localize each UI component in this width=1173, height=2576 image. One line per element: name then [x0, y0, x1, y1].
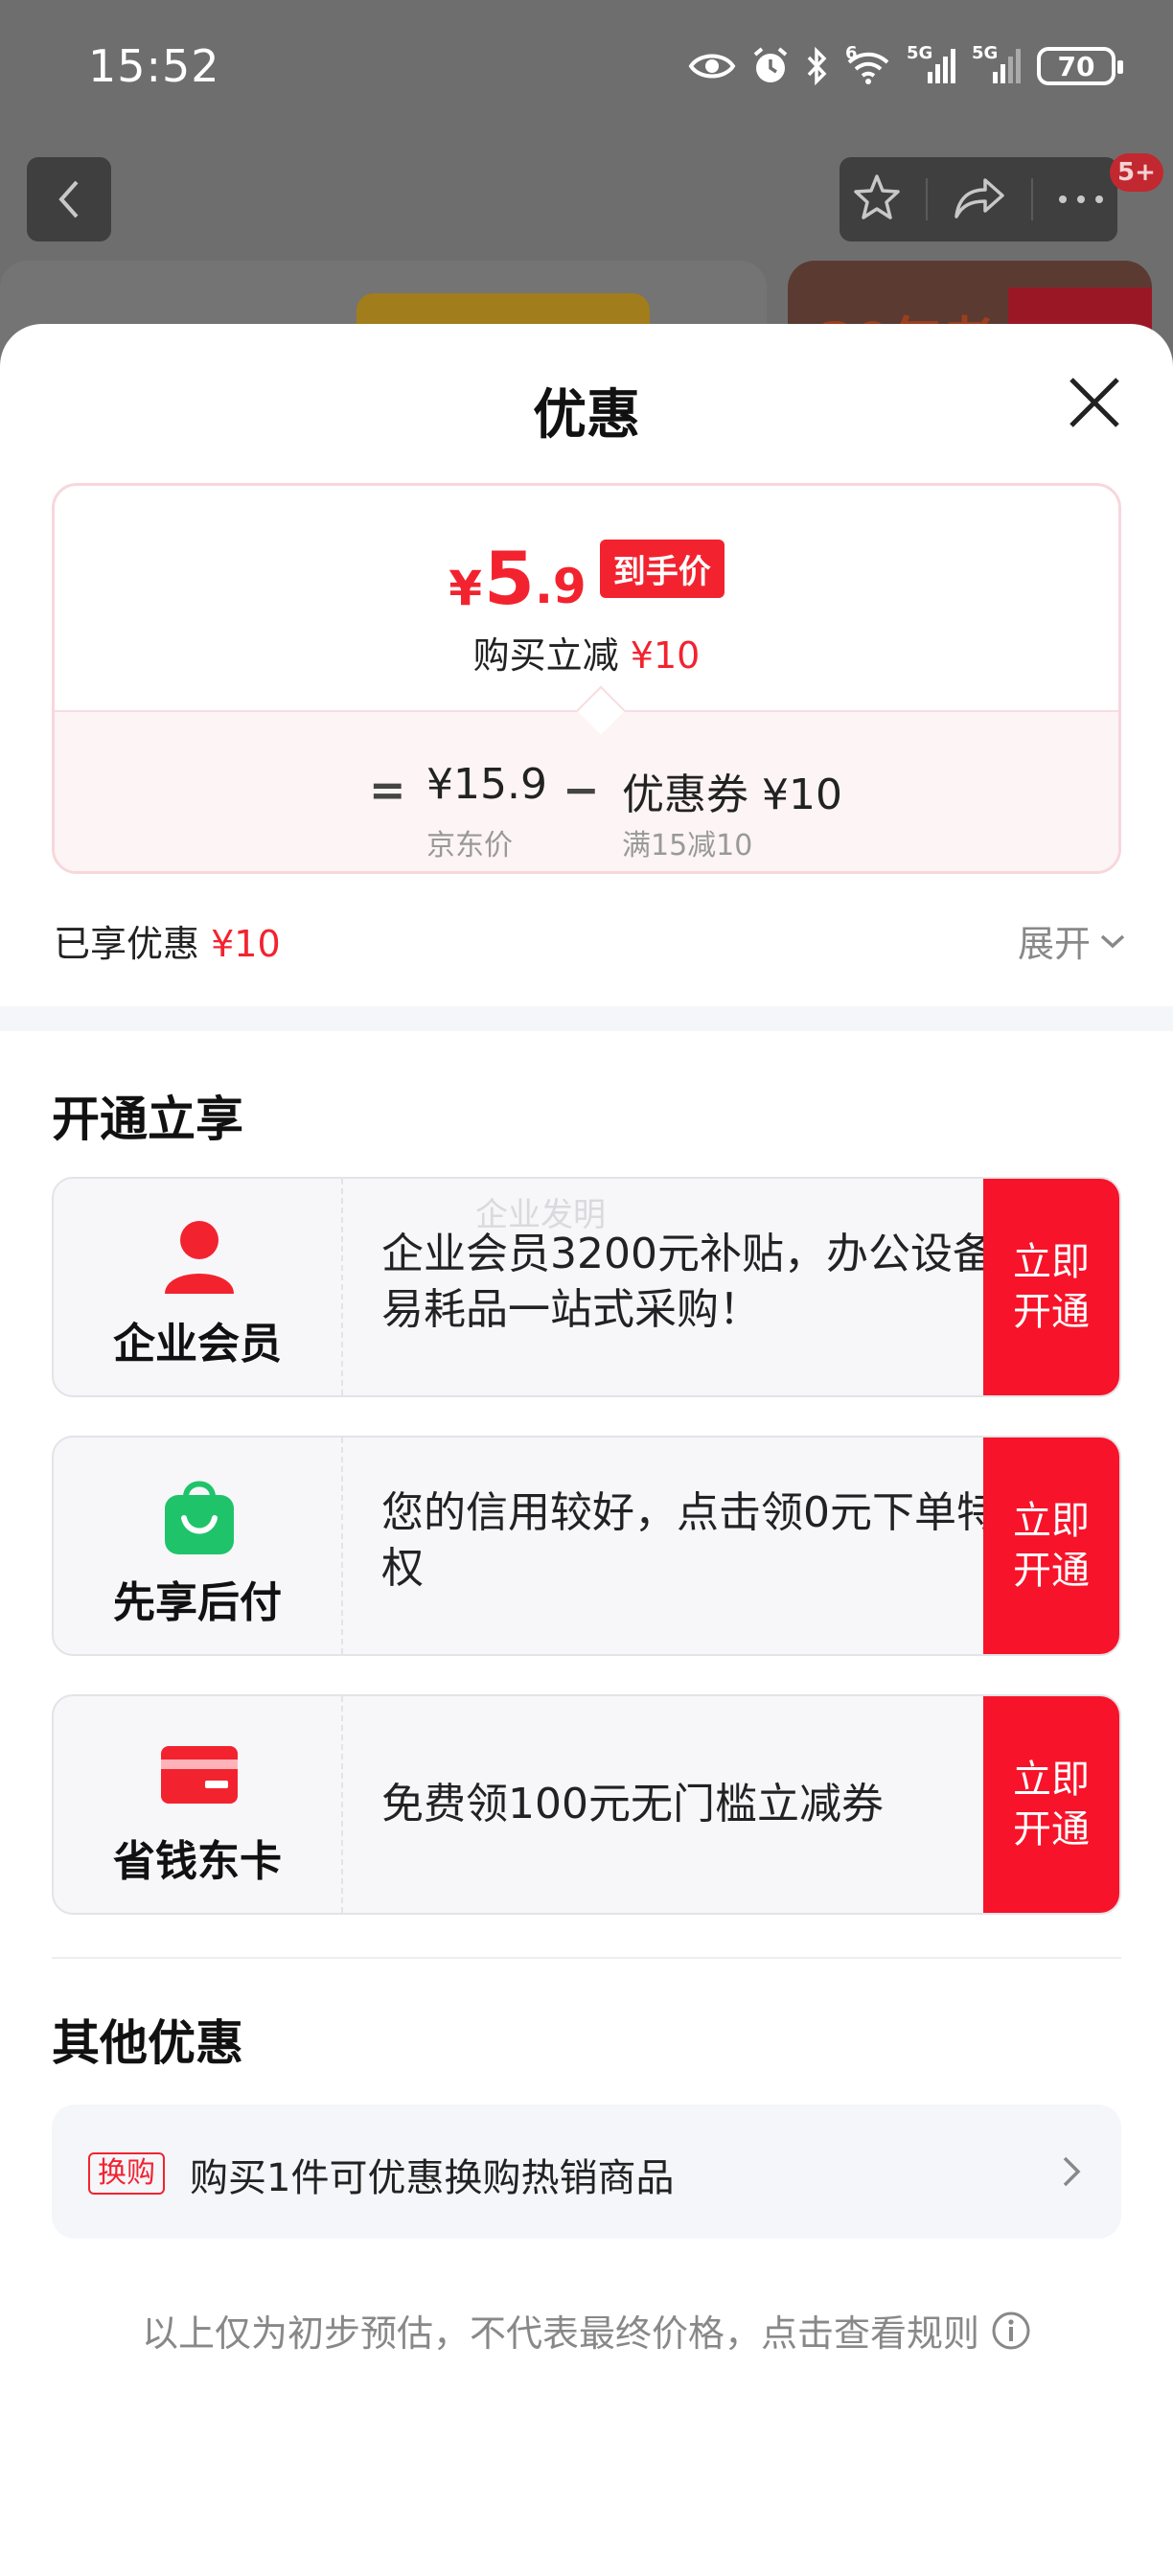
signal-icon: 5G: [972, 43, 1022, 85]
share-icon: [954, 178, 1004, 218]
section-divider: [0, 1006, 1173, 1031]
wifi-label: 6: [845, 43, 858, 63]
more-icon: [1059, 195, 1104, 203]
offer-brand: 先享后付: [54, 1438, 343, 1654]
more-button[interactable]: [1057, 191, 1105, 209]
share-button[interactable]: [953, 174, 1006, 224]
final-price: ¥ 5 .9 到手价: [55, 540, 1118, 617]
eye-icon: [688, 50, 736, 82]
equals-sign: =: [369, 764, 406, 816]
star-icon: [854, 174, 900, 219]
close-button[interactable]: [1064, 372, 1125, 433]
offer-name: 先享后付: [113, 1578, 282, 1627]
card-icon: [161, 1746, 238, 1804]
status-bar: 15:52 6 5G 5G 70: [0, 0, 1173, 134]
signal-1-label: 5G: [907, 43, 933, 63]
offer-card: 省钱东卡 免费领100元无门槛立减券 立即开通: [52, 1694, 1121, 1915]
rules-note-text: 以上仅为初步预估，不代表最终价格，点击查看规则: [141, 2312, 979, 2355]
nav-actions: [840, 157, 1117, 242]
price-card: ¥ 5 .9 到手价 购买立减 ¥10 = ¥15.9 京东价 − 优惠券 ¥1…: [52, 483, 1121, 874]
price-subtitle-prefix: 购买立减: [472, 634, 619, 677]
offer-brand: 企业会员: [54, 1179, 343, 1395]
expand-label: 展开: [1017, 923, 1091, 965]
bluetooth-icon: [805, 47, 830, 85]
person-icon: [165, 1221, 234, 1294]
price-breakdown: = ¥15.9 京东价 − 优惠券 ¥10 满15减10: [55, 685, 1118, 871]
chevron-right-icon: [1063, 2156, 1081, 2187]
signal-icon: 5G: [907, 43, 956, 85]
back-button[interactable]: [27, 157, 111, 242]
shopping-bag-icon: [165, 1481, 234, 1554]
info-icon: [992, 2312, 1030, 2349]
back-icon: [58, 180, 79, 218]
rules-note[interactable]: 以上仅为初步预估，不代表最终价格，点击查看规则: [0, 2304, 1173, 2357]
open-now-button[interactable]: 立即开通: [983, 1696, 1119, 1913]
coupon-rule: 满15减10: [622, 829, 753, 862]
expand-button[interactable]: 展开: [1018, 914, 1127, 967]
minus-sign: −: [563, 764, 600, 816]
jd-price: ¥15.9: [426, 760, 547, 809]
offer-description: 企业会员3200元补贴，办公设备/易耗品一站式采购！: [381, 1230, 1009, 1334]
alarm-icon: [751, 46, 790, 86]
price-integer: 5: [484, 536, 535, 621]
close-icon: [1070, 378, 1119, 427]
offer-brand: 省钱东卡: [54, 1696, 343, 1913]
swap-purchase-row[interactable]: 换购 购买1件可优惠换购热销商品: [52, 2104, 1121, 2239]
chevron-down-icon: [1100, 934, 1125, 948]
enjoyed-discount-row: 已享优惠 ¥10 展开: [54, 908, 1127, 966]
open-now-button[interactable]: 立即开通: [983, 1179, 1119, 1395]
swap-tag: 换购: [88, 2152, 165, 2195]
favorite-button[interactable]: [852, 172, 902, 226]
price-formula: = ¥15.9 京东价 − 优惠券 ¥10 满15减10: [55, 741, 1118, 862]
price-subtitle-amount: ¥10: [630, 634, 701, 677]
wifi-icon: 6: [845, 43, 891, 85]
final-price-tag: 到手价: [599, 540, 724, 598]
price-decimal: .9: [534, 559, 586, 614]
enjoyed-amount: ¥10: [211, 923, 281, 965]
page: 15:52 6 5G 5G 70 5+ 优惠 ¥ 5 .9 到手价 购买立减 ¥…: [0, 0, 1173, 2576]
status-icons: 6 5G 5G 70: [688, 42, 1123, 90]
price-currency: ¥: [448, 561, 483, 616]
battery-icon: 70: [1037, 47, 1123, 85]
open-section-title: 开通立享: [52, 1092, 243, 1147]
discount-sheet: 优惠 ¥ 5 .9 到手价 购买立减 ¥10 = ¥15.9 京东价 − 优惠券…: [0, 324, 1173, 2576]
status-time: 15:52: [88, 40, 220, 92]
enjoyed-text: 已享优惠: [54, 923, 200, 965]
nav-divider: [926, 178, 929, 220]
offer-description: 您的信用较好，点击领0元下单特权: [381, 1488, 999, 1593]
coupon-amount: 优惠券 ¥10: [622, 770, 842, 819]
jd-price-label: 京东价: [426, 829, 513, 862]
signal-2-label: 5G: [972, 43, 999, 63]
offer-name: 企业会员: [113, 1320, 282, 1368]
price-subtitle: 购买立减 ¥10: [55, 626, 1118, 678]
swap-description: 购买1件可优惠换购热销商品: [190, 2156, 675, 2200]
other-section-title: 其他优惠: [52, 2015, 243, 2071]
open-now-button[interactable]: 立即开通: [983, 1438, 1119, 1654]
enjoyed-label: 已享优惠 ¥10: [54, 914, 281, 967]
price-summary: ¥ 5 .9 到手价 购买立减 ¥10: [55, 486, 1118, 710]
offer-card: 企业会员 企业发明 企业会员3200元补贴，办公设备/易耗品一站式采购！ 立即开…: [52, 1177, 1121, 1397]
sheet-title: 优惠: [533, 384, 640, 447]
offer-name: 省钱东卡: [113, 1837, 282, 1886]
message-badge: 5+: [1110, 153, 1163, 192]
offer-description: 免费领100元无门槛立减券: [381, 1780, 884, 1828]
offer-card: 先享后付 您的信用较好，点击领0元下单特权 立即开通: [52, 1436, 1121, 1656]
nav-divider: [1030, 178, 1033, 220]
divider-line: [52, 1957, 1121, 1959]
